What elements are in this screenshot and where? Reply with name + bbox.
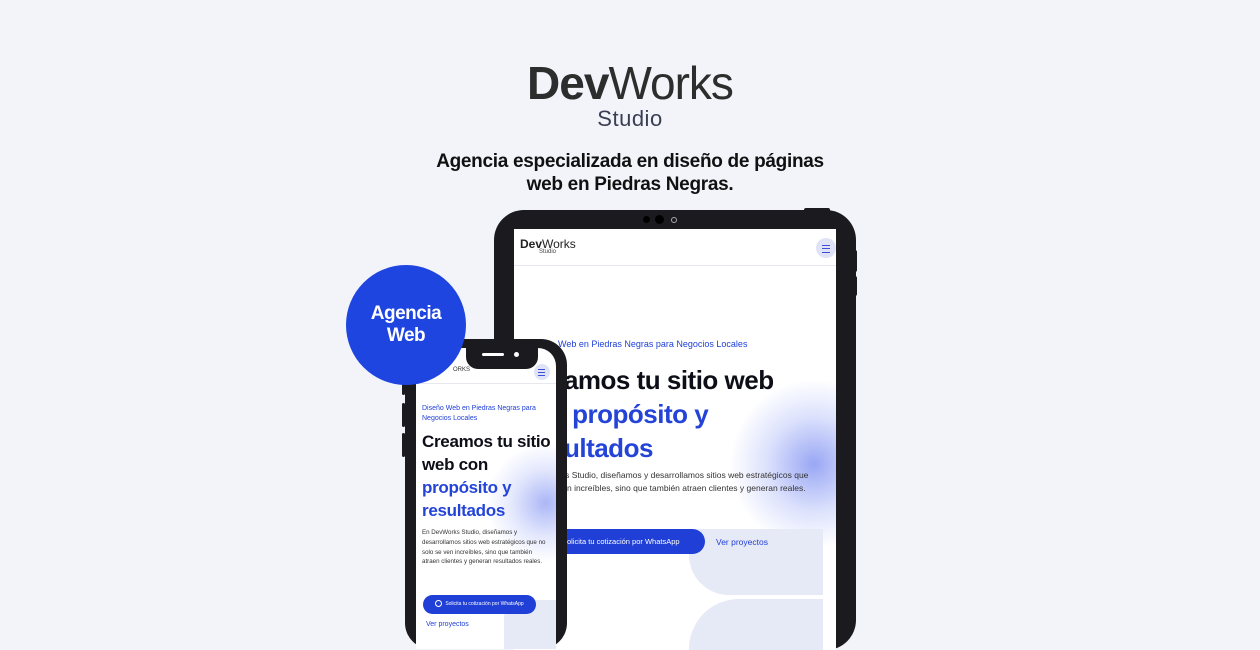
tablet-hero-eyebrow: Web en Piedras Negras para Negocios Loca… <box>558 339 748 349</box>
tablet-headline-accent: propósito y <box>572 399 709 429</box>
tablet-site-header: DevWorks Studio <box>514 229 836 266</box>
tablet-side-button <box>853 250 857 272</box>
tablet-sensor <box>643 216 650 223</box>
phone-headline-accent: propósito y resultados <box>422 478 512 520</box>
tagline: Agencia especializada en diseño de págin… <box>0 150 1260 196</box>
tablet-camera-icon <box>655 215 664 224</box>
tablet-top-button <box>804 208 830 212</box>
phone-whatsapp-cta-button[interactable]: Solicita tu cotización por WhatsApp <box>423 595 536 614</box>
tagline-line-2: web en Piedras Negras. <box>526 174 734 195</box>
brand-logo: DevWorks Studio <box>0 58 1260 132</box>
whatsapp-icon <box>435 600 443 608</box>
phone-side-button <box>402 403 405 427</box>
tablet-side-button <box>853 276 857 296</box>
tablet-logo-sub: Studio <box>539 249 557 255</box>
phone-hero-paragraph: En DevWorks Studio, diseñamos y desarrol… <box>422 529 546 566</box>
hamburger-icon <box>822 245 830 253</box>
brand-wordmark: DevWorks <box>0 58 1260 108</box>
tablet-light-sensor <box>671 217 677 223</box>
hamburger-icon <box>538 369 545 376</box>
tablet-headline-line-3: sultados <box>550 433 653 463</box>
tablet-projects-link[interactable]: Ver proyectos <box>716 537 768 547</box>
phone-camera-icon <box>514 352 519 357</box>
phone-header-divider <box>416 383 556 384</box>
phone-hero-eyebrow: Diseño Web en Piedras Negras para Negoci… <box>422 405 536 422</box>
phone-site-logo[interactable]: ORKS <box>453 367 470 373</box>
decorative-shape <box>689 599 823 650</box>
tablet-headline-line-1: eamos tu sitio web <box>550 365 774 395</box>
phone-speaker <box>482 353 504 356</box>
phone-mockup: ORKS Diseño Web en Piedras Negras para N… <box>402 339 567 649</box>
phone-side-button <box>402 433 405 457</box>
phone-screen: ORKS Diseño Web en Piedras Negras para N… <box>416 348 556 649</box>
tablet-headline-line-2: n propósito y <box>550 397 774 431</box>
tablet-hero-paragraph: rks Studio, diseñamos y desarrollamos si… <box>558 470 809 493</box>
tagline-line-1: Agencia especializada en diseño de págin… <box>436 151 824 172</box>
phone-menu-button[interactable] <box>534 364 550 380</box>
tablet-menu-button[interactable] <box>816 238 836 258</box>
brand-subtitle: Studio <box>597 106 663 131</box>
tablet-hero-headline: eamos tu sitio web n propósito y sultado… <box>550 363 774 465</box>
phone-cta-label: Solicita tu cotización por WhatsApp <box>445 601 524 607</box>
tablet-whatsapp-cta-button[interactable]: Solicita tu cotización por WhatsApp <box>554 529 705 554</box>
phone-projects-link[interactable]: Ver proyectos <box>426 621 469 628</box>
badge-line-2: Web <box>386 325 426 346</box>
brand-wordmark-light: Works <box>608 57 733 109</box>
badge-line-1: Agencia <box>370 303 442 324</box>
brand-wordmark-bold: Dev <box>527 57 609 109</box>
phone-hero-headline: Creamos tu sitio web con propósito y res… <box>422 430 554 522</box>
phone-headline-dark: Creamos tu sitio web con <box>422 432 551 474</box>
phone-notch <box>466 348 538 369</box>
agency-badge: Agencia Web <box>346 265 466 385</box>
